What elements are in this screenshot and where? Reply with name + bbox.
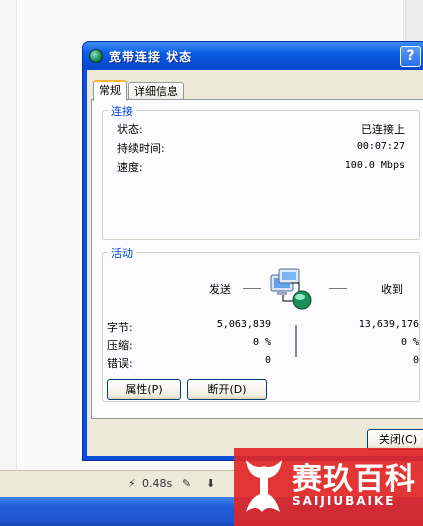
help-button[interactable]: ? [400, 46, 421, 67]
activity-group: 活动 发送 收到 字节: 5,063,839 13,639,176 压缩: 0 … [102, 245, 420, 402]
errors-sent: 0 [264, 355, 271, 366]
tab-strip: 常规 详细信息 [93, 78, 185, 101]
tab-general[interactable]: 常规 [93, 80, 127, 101]
feather-icon[interactable]: ✎ [182, 477, 191, 490]
network-computers-icon [270, 268, 312, 310]
timing-value: 0.48s [142, 477, 173, 490]
compression-label: 压缩: [107, 339, 133, 352]
watermark-brand-en: SAIJIUBAIKE [292, 494, 396, 508]
dialog-client-area: 常规 详细信息 连接 状态: 已连接上 持续时间: 00:07:27 速度: 1… [87, 70, 423, 456]
received-header: 收到 [381, 283, 403, 296]
received-dash [329, 288, 347, 289]
bolt-icon: ⚡ [128, 477, 136, 490]
tab-panel-general: 连接 状态: 已连接上 持续时间: 00:07:27 速度: 100.0 Mbp… [91, 99, 423, 419]
errors-received: 0 [412, 355, 419, 366]
status-label: 状态: [117, 123, 143, 136]
title-bar[interactable]: 宽带连接 状态 ? [83, 42, 423, 70]
whale-tail-logo-icon [246, 460, 282, 512]
window-title: 宽带连接 状态 [109, 49, 193, 64]
close-button[interactable]: 关闭(C) [367, 429, 423, 450]
status-dialog: 宽带连接 状态 ? 常规 详细信息 连接 状态: 已连接上 持续时间: 00:0… [82, 41, 423, 461]
activity-divider [295, 325, 297, 357]
connection-group-title: 连接 [108, 103, 136, 119]
duration-label: 持续时间: [117, 142, 165, 155]
watermark-brand-cn: 赛玖百科 [292, 462, 416, 497]
watermark: 赛玖百科 SAIJIUBAIKE [234, 448, 423, 526]
bytes-received: 13,639,176 [358, 319, 419, 330]
download-arrow-icon[interactable]: ⬇ [206, 477, 215, 490]
disconnect-button[interactable]: 断开(D) [187, 379, 267, 400]
bytes-sent: 5,063,839 [216, 319, 271, 330]
connection-group: 连接 状态: 已连接上 持续时间: 00:07:27 速度: 100.0 Mbp… [102, 103, 420, 240]
errors-label: 错误: [107, 357, 133, 370]
speed-label: 速度: [117, 161, 143, 174]
tab-details[interactable]: 详细信息 [128, 82, 184, 100]
network-globe-icon [89, 49, 103, 63]
status-value: 已连接上 [361, 123, 405, 136]
properties-button[interactable]: 属性(P) [107, 379, 181, 400]
activity-group-title: 活动 [108, 245, 136, 261]
sent-dash [243, 288, 261, 289]
speed-value: 100.0 Mbps [344, 160, 405, 171]
compression-sent: 0 % [252, 337, 271, 348]
bytes-label: 字节: [107, 321, 133, 334]
duration-value: 00:07:27 [356, 141, 405, 152]
compression-received: 0 % [400, 337, 419, 348]
sent-header: 发送 [209, 283, 231, 296]
